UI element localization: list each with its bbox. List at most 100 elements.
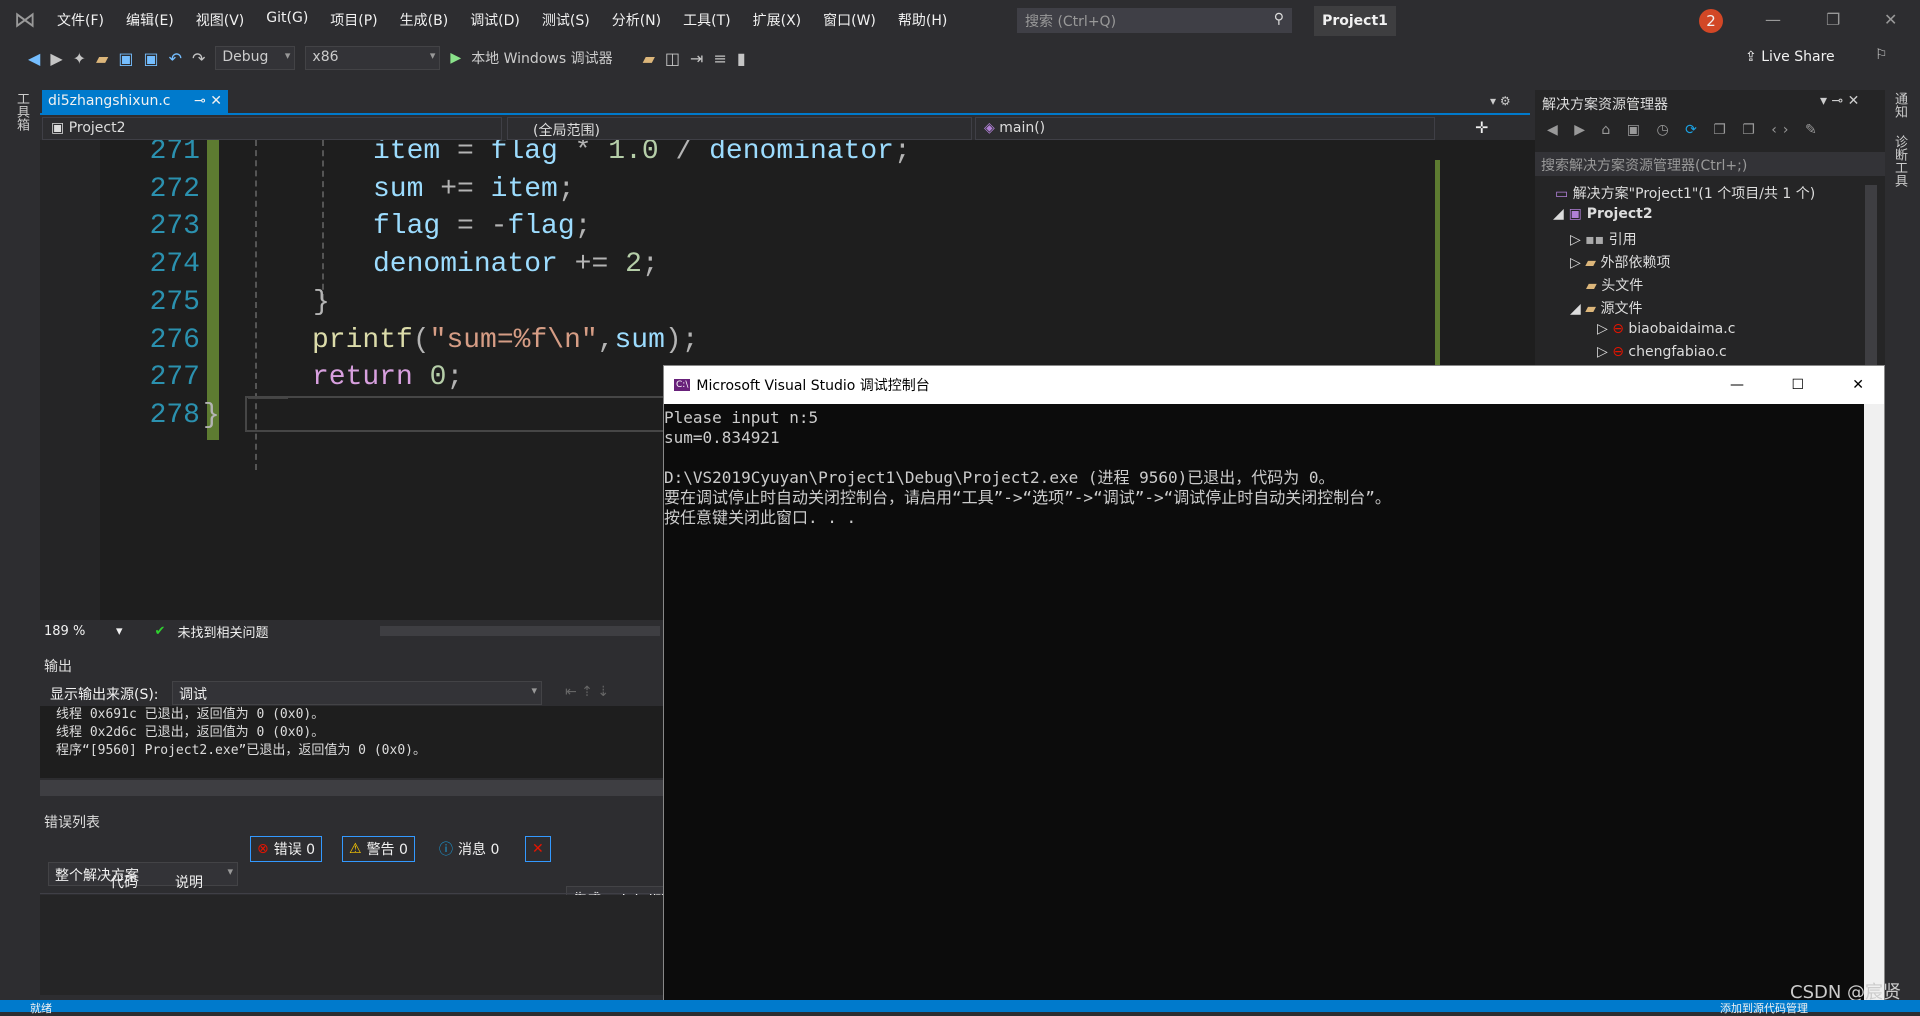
- menu-item[interactable]: 调试(D): [459, 10, 531, 30]
- save-all-icon[interactable]: ▣: [143, 49, 158, 68]
- menu-item[interactable]: 工具(T): [672, 10, 741, 30]
- output-tools-icon[interactable]: ⇤ ⇡ ⇣: [565, 684, 609, 700]
- code-token: item: [490, 173, 558, 205]
- notification-badge[interactable]: 2: [1699, 9, 1723, 33]
- output-scrollbar[interactable]: [40, 780, 665, 796]
- errors-filter-button[interactable]: ⊗ 错误 0: [250, 836, 323, 862]
- menu-item[interactable]: 帮助(H): [887, 10, 958, 30]
- col-code[interactable]: 代码: [110, 872, 138, 892]
- vs-logo-icon: ⋈: [14, 7, 36, 33]
- tree-external-deps[interactable]: ▷ ▰ 外部依赖项: [1570, 252, 1670, 272]
- line-number: 271: [149, 140, 200, 167]
- se-search-placeholder: 搜索解决方案资源管理器(Ctrl+;): [1541, 158, 1748, 174]
- notifications-tab[interactable]: 通知: [1890, 92, 1909, 118]
- current-line-highlight: [245, 396, 705, 432]
- folder-icon[interactable]: ▰: [643, 49, 655, 68]
- menu-item[interactable]: Git(G): [255, 10, 319, 30]
- tab-di5zhangshixun[interactable]: di5zhangshixun.c ⊸ ✕: [42, 90, 228, 114]
- platform-select[interactable]: x86: [305, 46, 441, 70]
- messages-filter-button[interactable]: ⓘ 消息 0: [432, 836, 506, 862]
- menu-item[interactable]: 编辑(E): [115, 10, 185, 30]
- clear-filter-button[interactable]: ✕: [525, 836, 551, 862]
- status-ready: 就绪: [30, 1002, 52, 1015]
- col-desc[interactable]: 说明: [175, 872, 203, 892]
- forward-icon[interactable]: ▶: [50, 49, 62, 68]
- new-project-icon[interactable]: ✦: [73, 49, 86, 68]
- tree-references[interactable]: ▷ ▪▪ 引用: [1570, 229, 1637, 249]
- run-icon[interactable]: ▶: [450, 50, 461, 66]
- menu-item[interactable]: 扩展(X): [742, 10, 813, 30]
- diagnostics-tab[interactable]: 诊断工具: [1890, 135, 1909, 187]
- debug-console-window[interactable]: C:\ Microsoft Visual Studio 调试控制台 — ☐ ✕ …: [663, 365, 1885, 1005]
- console-line: 按任意键关闭此窗口. . .: [664, 508, 857, 527]
- se-toolbar[interactable]: ◀ ▶ ⌂ ▣ ◷ ⟳ ❐ ❐ ‹› ✎: [1547, 122, 1823, 138]
- warnings-filter-button[interactable]: ⚠ 警告 0: [342, 836, 415, 862]
- step-icon[interactable]: ⇥: [690, 49, 703, 68]
- zoom-dropdown-icon[interactable]: ▾: [116, 624, 123, 639]
- comment-icon[interactable]: ≡: [713, 49, 726, 68]
- line-number: 276: [149, 324, 200, 356]
- code-line: }: [203, 400, 220, 431]
- output-text[interactable]: 线程 0x691c 已退出，返回值为 0 (0x0)。 线程 0x2d6c 已退出…: [40, 706, 665, 778]
- code-token: 1.0: [608, 140, 659, 167]
- tree-label: 头文件: [1601, 278, 1644, 294]
- tree-headers[interactable]: ▰ 头文件: [1586, 275, 1643, 295]
- toolbox-tab[interactable]: 工具箱: [12, 92, 31, 131]
- function-combo-label: main(): [999, 120, 1046, 136]
- function-combo[interactable]: ◈ main(): [975, 117, 1435, 140]
- project-combo[interactable]: ▣ Project2: [42, 117, 502, 140]
- search-input[interactable]: 搜索 (Ctrl+Q) ⚲: [1017, 8, 1292, 33]
- change-indicator: [207, 140, 219, 440]
- split-icon[interactable]: ✛: [1475, 118, 1488, 137]
- menu-item[interactable]: 生成(B): [389, 10, 460, 30]
- console-maximize[interactable]: ☐: [1791, 377, 1804, 393]
- code-token: ;: [557, 173, 575, 205]
- tree-label: 源文件: [1600, 301, 1643, 317]
- tree-solution[interactable]: ▭ 解决方案"Project1"(1 个项目/共 1 个): [1555, 183, 1815, 203]
- menu-item[interactable]: 分析(N): [601, 10, 672, 30]
- menu-item[interactable]: 文件(F): [46, 10, 115, 30]
- close-tab-icon[interactable]: ⊸ ✕: [194, 93, 222, 111]
- feedback-icon[interactable]: ⚐: [1875, 47, 1888, 63]
- save-icon[interactable]: ▣: [118, 49, 133, 68]
- console-scrollbar[interactable]: [1864, 404, 1884, 1004]
- code-token: denominator: [709, 140, 894, 167]
- restore-button[interactable]: ❐: [1826, 10, 1840, 29]
- console-titlebar[interactable]: C:\ Microsoft Visual Studio 调试控制台 — ☐ ✕: [664, 366, 1884, 404]
- run-button[interactable]: 本地 Windows 调试器: [471, 48, 612, 68]
- menu-item[interactable]: 测试(S): [531, 10, 601, 30]
- tree-sources[interactable]: ◢ ▰ 源文件: [1570, 298, 1642, 318]
- minimize-button[interactable]: —: [1765, 10, 1781, 29]
- line-number: 275: [149, 286, 200, 318]
- se-scrollbar[interactable]: [1865, 185, 1877, 365]
- tree-file[interactable]: ▷ ⊖ chengfabiao.c: [1597, 344, 1727, 360]
- redo-icon[interactable]: ↷: [192, 49, 205, 68]
- close-button[interactable]: ✕: [1884, 10, 1897, 29]
- scope-combo[interactable]: (全局范围): [507, 117, 972, 140]
- se-search-input[interactable]: 搜索解决方案资源管理器(Ctrl+;): [1535, 152, 1885, 176]
- console-close[interactable]: ✕: [1852, 377, 1864, 393]
- menu-item[interactable]: 项目(P): [319, 10, 388, 30]
- output-source-select[interactable]: 调试: [172, 681, 542, 705]
- code-token: flag: [507, 211, 575, 243]
- undo-icon[interactable]: ↶: [169, 49, 182, 68]
- open-icon[interactable]: ▰: [96, 49, 108, 68]
- live-share-button[interactable]: ⇪ Live Share: [1745, 49, 1835, 65]
- zoom-select[interactable]: 189 %: [44, 624, 104, 639]
- source-control-button[interactable]: 添加到源代码管理: [1720, 1000, 1808, 1016]
- browser-icon[interactable]: ◫: [665, 49, 680, 68]
- h-scrollbar[interactable]: [380, 626, 661, 636]
- messages-count: 消息 0: [458, 842, 500, 858]
- config-select[interactable]: Debug: [215, 46, 296, 70]
- info-icon: ⓘ: [439, 842, 453, 858]
- pane-controls-icon[interactable]: ▾ ⊸ ✕: [1820, 93, 1859, 109]
- tree-project[interactable]: ◢ ▣ Project2: [1553, 206, 1653, 222]
- back-icon[interactable]: ◀: [28, 49, 40, 68]
- menu-item[interactable]: 视图(V): [185, 10, 256, 30]
- bookmark-icon[interactable]: ▮: [737, 49, 746, 68]
- live-share-label: Live Share: [1761, 49, 1835, 65]
- menu-item[interactable]: 窗口(W): [812, 10, 887, 30]
- tree-file[interactable]: ▷ ⊖ biaobaidaima.c: [1597, 321, 1735, 337]
- tab-dropdown-icon[interactable]: ▾ ⚙: [1490, 94, 1511, 108]
- console-minimize[interactable]: —: [1730, 377, 1744, 393]
